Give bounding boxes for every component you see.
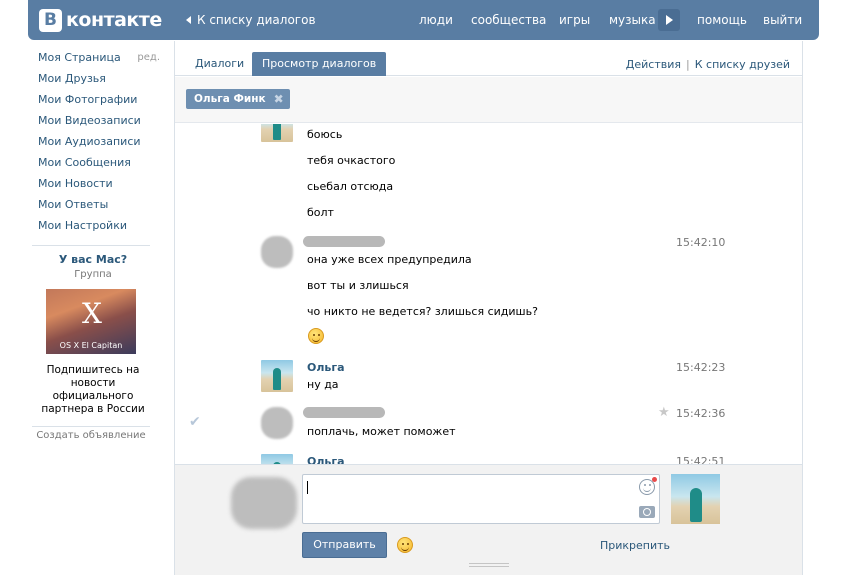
resize-grip[interactable]: [469, 563, 509, 567]
message-text: боюсь: [307, 128, 343, 141]
emoji-new-badge: [652, 477, 657, 482]
message-author[interactable]: Ольга: [307, 361, 345, 374]
play-icon: [666, 15, 673, 25]
star-icon[interactable]: ★: [658, 405, 670, 420]
vk-logo-text: контакте: [66, 9, 162, 31]
menu-my-news[interactable]: Мои Новости: [38, 176, 162, 197]
peer-compose-avatar[interactable]: [671, 474, 720, 524]
dialog-panel: Диалоги Просмотр диалогов Действия | К спи…: [174, 41, 803, 575]
os-x-logo-icon: X: [82, 297, 102, 330]
text-caret: [307, 481, 308, 494]
smile-emoji-icon: [308, 328, 324, 344]
menu-edit-link[interactable]: ред.: [137, 51, 160, 65]
message-time: 15:42:36: [676, 407, 726, 420]
left-menu: Моя Страница ред. Мои Друзья Мои Фотогра…: [38, 50, 162, 239]
my-name-redacted: [303, 236, 385, 247]
ad-text: Подпишитесь на новости официального парт…: [41, 364, 145, 415]
friends-list-link[interactable]: К списку друзей: [695, 58, 790, 71]
message-text: она уже всех предупредила: [307, 253, 472, 266]
ad-subtitle: Группа: [74, 269, 112, 280]
message-input[interactable]: [302, 474, 660, 524]
ad-divider: [32, 426, 150, 427]
my-compose-avatar[interactable]: [231, 477, 297, 529]
my-avatar[interactable]: [261, 236, 293, 268]
peer-chip[interactable]: Ольга Финк ✖: [186, 89, 290, 109]
menu-my-page-label: Моя Страница: [38, 51, 121, 64]
attach-link[interactable]: Прикрепить: [600, 539, 670, 552]
vk-logo-icon: В: [39, 8, 62, 32]
message-text: поплачь, может поможет: [307, 425, 456, 438]
nav-music[interactable]: музыка: [609, 13, 656, 27]
peer-avatar[interactable]: [261, 360, 293, 392]
my-avatar[interactable]: [261, 407, 293, 439]
compose-area: Отправить Прикрепить: [175, 464, 802, 575]
send-button[interactable]: Отправить: [302, 532, 387, 558]
peer-bar: Ольга Финк ✖: [175, 77, 802, 123]
back-to-dialogs-label: К списку диалогов: [197, 13, 316, 27]
remove-peer-icon[interactable]: ✖: [274, 89, 284, 109]
nav-games[interactable]: игры: [559, 13, 590, 27]
smile-emoji-icon[interactable]: [397, 537, 413, 553]
message-author[interactable]: Ольга: [307, 455, 345, 464]
menu-my-photos[interactable]: Мои Фотографии: [38, 92, 162, 113]
nav-help[interactable]: помощь: [697, 13, 747, 27]
message-history[interactable]: боюсь тебя очкастого сьебал отсюда болт …: [175, 124, 802, 464]
menu-my-friends[interactable]: Мои Друзья: [38, 71, 162, 92]
menu-my-audio[interactable]: Мои Аудиозаписи: [38, 134, 162, 155]
message-text: сьебал отсюда: [307, 180, 394, 193]
message-time: 15:42:23: [676, 361, 726, 374]
ad-image-caption: OS X El Capitan: [59, 341, 123, 350]
music-play-button[interactable]: [658, 9, 680, 31]
tab-view-dialogs[interactable]: Просмотр диалогов: [252, 52, 387, 76]
my-name-redacted: [303, 407, 385, 418]
camera-icon[interactable]: [639, 506, 655, 518]
actions-link[interactable]: Действия: [626, 58, 681, 71]
top-header: В контакте К списку диалогов люди сообще…: [28, 0, 819, 40]
peer-name: Ольга Финк: [194, 93, 266, 105]
menu-my-answers[interactable]: Мои Ответы: [38, 197, 162, 218]
back-to-dialogs-link[interactable]: К списку диалогов: [186, 13, 316, 27]
message-text: чо никто не ведется? злишься сидишь?: [307, 305, 538, 318]
menu-divider: [32, 245, 150, 246]
message-time: 15:42:10: [676, 236, 726, 249]
ad-image[interactable]: X OS X El Capitan: [46, 289, 136, 354]
message-time: 15:42:51: [676, 455, 726, 464]
tab-dialogs[interactable]: Диалоги: [185, 52, 254, 76]
tab-actions: Действия | К списку друзей: [626, 58, 790, 71]
nav-communities[interactable]: сообщества: [471, 13, 546, 27]
vk-logo[interactable]: В контакте: [39, 8, 162, 32]
nav-people[interactable]: люди: [419, 13, 453, 27]
menu-my-videos[interactable]: Мои Видеозаписи: [38, 113, 162, 134]
menu-my-page[interactable]: Моя Страница ред.: [38, 50, 162, 71]
menu-my-settings[interactable]: Мои Настройки: [38, 218, 162, 239]
message-text: тебя очкастого: [307, 154, 396, 167]
read-check-icon: ✔: [189, 414, 201, 430]
create-ad-link[interactable]: Создать объявление: [32, 430, 150, 441]
ad-title[interactable]: У вас Mac?: [38, 253, 148, 266]
nav-logout[interactable]: выйти: [763, 13, 802, 27]
peer-avatar[interactable]: [261, 124, 293, 142]
message-text: ну да: [307, 378, 339, 391]
message-text: болт: [307, 206, 334, 219]
back-arrow-icon: [186, 16, 191, 24]
menu-my-messages[interactable]: Мои Сообщения: [38, 155, 162, 176]
tabs-bar: Диалоги Просмотр диалогов Действия | К спи…: [175, 41, 802, 76]
actions-separator: |: [686, 58, 690, 71]
peer-avatar[interactable]: [261, 454, 293, 464]
ad-block[interactable]: У вас Mac? Группа X OS X El Capitan Подп…: [38, 253, 148, 415]
message-text: вот ты и злишься: [307, 279, 409, 292]
